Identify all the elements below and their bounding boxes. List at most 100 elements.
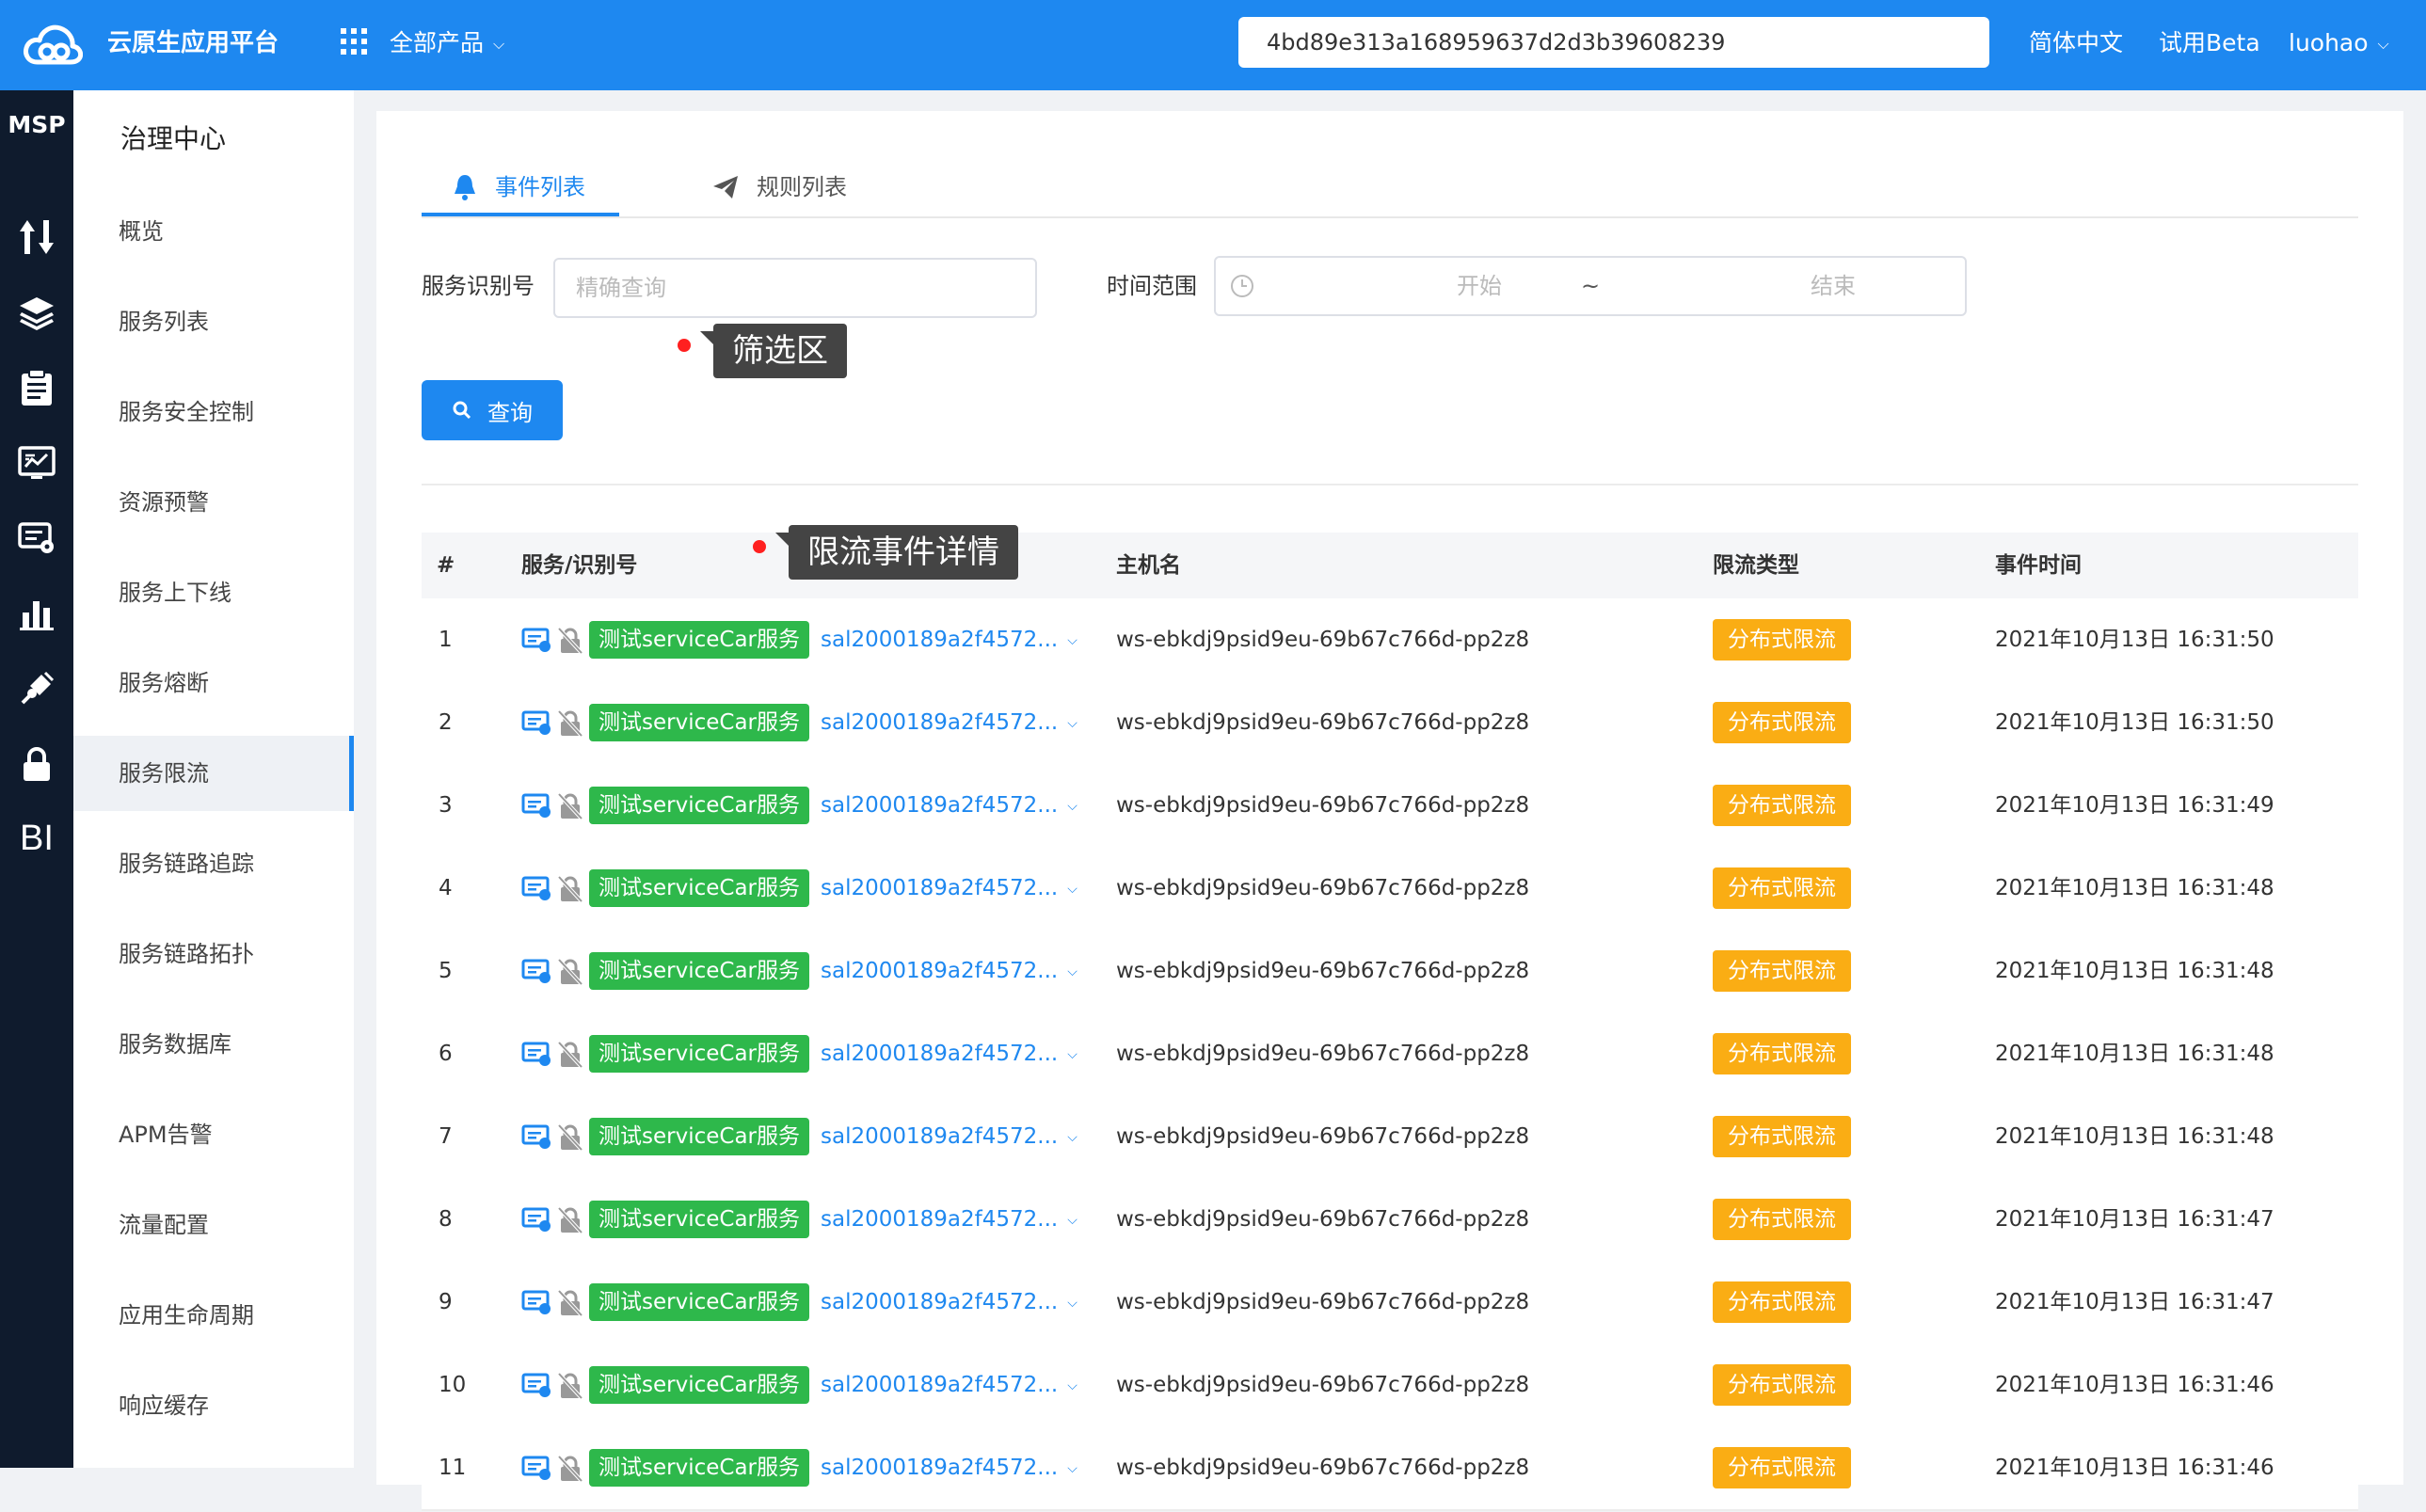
service-name-tag[interactable]: 测试serviceCar服务 xyxy=(589,1201,809,1238)
service-card-icon[interactable] xyxy=(521,1041,551,1067)
menu-item-rate-limit[interactable]: 服务限流 xyxy=(73,736,354,811)
time-start-placeholder[interactable]: 开始 xyxy=(1385,267,1573,305)
col-host: 主机名 xyxy=(1116,553,1181,578)
language-switch[interactable]: 简体中文 xyxy=(2029,24,2123,62)
host-name: ws-ebkdj9psid9eu-69b67c766d-pp2z8 xyxy=(1116,1290,1530,1314)
service-id-link[interactable]: sal2000189a2f4572... ⌵ xyxy=(821,1261,1077,1346)
limit-type-tag: 分布式限流 xyxy=(1713,950,1851,992)
menu-item-service-online-offline[interactable]: 服务上下线 xyxy=(73,555,354,630)
service-id-link[interactable]: sal2000189a2f4572... ⌵ xyxy=(821,764,1077,850)
service-id-link[interactable]: sal2000189a2f4572... ⌵ xyxy=(821,1426,1077,1512)
service-card-icon[interactable] xyxy=(521,1123,551,1150)
menu-item-traffic-config[interactable]: 流量配置 xyxy=(73,1187,354,1263)
menu-item-apm-alert[interactable]: APM告警 xyxy=(73,1097,354,1172)
chevron-down-icon: ⌵ xyxy=(1067,633,1077,648)
lock-disabled-icon[interactable] xyxy=(557,1372,583,1400)
event-time: 2021年10月13日 16:31:48 xyxy=(1995,959,2274,983)
chevron-down-icon: ⌵ xyxy=(1067,716,1077,731)
service-id-text: sal2000189a2f4572... xyxy=(821,876,1059,900)
lock-disabled-icon[interactable] xyxy=(557,709,583,738)
card-settings-icon[interactable] xyxy=(12,514,61,563)
menu-item-response-cache[interactable]: 响应缓存 xyxy=(73,1368,354,1443)
service-name-tag[interactable]: 测试serviceCar服务 xyxy=(589,1283,809,1321)
apps-grid-icon[interactable] xyxy=(341,28,367,55)
time-range-separator: ~ xyxy=(1581,273,1601,299)
lock-disabled-icon[interactable] xyxy=(557,875,583,903)
limit-type-tag: 分布式限流 xyxy=(1713,1116,1851,1157)
time-range-picker[interactable]: 开始 ~ 结束 xyxy=(1214,256,1967,316)
service-card-icon[interactable] xyxy=(521,1455,551,1481)
service-id-link[interactable]: sal2000189a2f4572... ⌵ xyxy=(821,1178,1077,1264)
service-name-tag[interactable]: 测试serviceCar服务 xyxy=(589,1366,809,1404)
service-id-link[interactable]: sal2000189a2f4572... ⌵ xyxy=(821,681,1077,767)
service-name-tag[interactable]: 测试serviceCar服务 xyxy=(589,869,809,907)
transfer-icon[interactable] xyxy=(12,213,61,262)
lock-disabled-icon[interactable] xyxy=(557,1455,583,1483)
annotation-dot xyxy=(678,339,691,352)
menu-item-overview[interactable]: 概览 xyxy=(73,194,354,269)
service-name-tag[interactable]: 测试serviceCar服务 xyxy=(589,1035,809,1073)
rail-brand[interactable]: MSP xyxy=(0,111,73,138)
menu-item-resource-alert[interactable]: 资源预警 xyxy=(73,465,354,540)
bar-chart-icon[interactable] xyxy=(12,589,61,638)
menu-item-trace[interactable]: 服务链路追踪 xyxy=(73,826,354,901)
row-index: 1 xyxy=(439,628,453,652)
time-end-placeholder[interactable]: 结束 xyxy=(1739,267,1927,305)
clipboard-icon[interactable] xyxy=(12,363,61,412)
service-id-label: 服务识别号 xyxy=(422,273,535,299)
service-id-link[interactable]: sal2000189a2f4572... ⌵ xyxy=(821,930,1077,1015)
service-card-icon[interactable] xyxy=(521,1206,551,1233)
menu-item-database[interactable]: 服务数据库 xyxy=(73,1007,354,1082)
lock-disabled-icon[interactable] xyxy=(557,1123,583,1152)
service-name-tag[interactable]: 测试serviceCar服务 xyxy=(589,952,809,990)
menu-item-topology[interactable]: 服务链路拓扑 xyxy=(73,916,354,992)
query-button[interactable]: 查询 xyxy=(422,380,563,440)
menu-item-service-security[interactable]: 服务安全控制 xyxy=(73,374,354,450)
rail-bi-link[interactable]: BI xyxy=(9,819,64,859)
plug-icon[interactable] xyxy=(12,664,61,713)
service-id-link[interactable]: sal2000189a2f4572... ⌵ xyxy=(821,1344,1077,1429)
service-card-icon[interactable] xyxy=(521,875,551,901)
service-name-tag[interactable]: 测试serviceCar服务 xyxy=(589,787,809,824)
menu-item-service-list[interactable]: 服务列表 xyxy=(73,284,354,359)
global-search-input[interactable] xyxy=(1238,17,1989,68)
menu-item-circuit-breaker[interactable]: 服务熔断 xyxy=(73,645,354,721)
menu-item-app-lifecycle[interactable]: 应用生命周期 xyxy=(73,1278,354,1353)
service-icons xyxy=(521,958,583,986)
service-card-icon[interactable] xyxy=(521,709,551,736)
beta-link[interactable]: 试用Beta xyxy=(2159,24,2260,62)
user-menu[interactable]: luohao ⌵ xyxy=(2289,24,2389,65)
cloud-logo-icon[interactable] xyxy=(23,21,83,68)
lock-disabled-icon[interactable] xyxy=(557,1289,583,1317)
lock-disabled-icon[interactable] xyxy=(557,792,583,820)
service-card-icon[interactable] xyxy=(521,1289,551,1315)
service-name-tag[interactable]: 测试serviceCar服务 xyxy=(589,704,809,741)
service-card-icon[interactable] xyxy=(521,1372,551,1398)
service-card-icon[interactable] xyxy=(521,627,551,653)
service-card-icon[interactable] xyxy=(521,958,551,984)
lock-disabled-icon[interactable] xyxy=(557,1206,583,1234)
service-name-tag[interactable]: 测试serviceCar服务 xyxy=(589,1118,809,1155)
lock-disabled-icon[interactable] xyxy=(557,958,583,986)
service-name-tag[interactable]: 测试serviceCar服务 xyxy=(589,1449,809,1487)
limit-type-tag: 分布式限流 xyxy=(1713,867,1851,909)
service-id-input[interactable] xyxy=(553,258,1037,318)
service-id-link[interactable]: sal2000189a2f4572... ⌵ xyxy=(821,598,1077,684)
app-title[interactable]: 云原生应用平台 xyxy=(107,24,279,62)
lock-icon[interactable] xyxy=(12,740,61,788)
lock-disabled-icon[interactable] xyxy=(557,627,583,655)
service-id-text: sal2000189a2f4572... xyxy=(821,1207,1059,1232)
monitor-chart-icon[interactable] xyxy=(12,438,61,487)
layers-icon[interactable] xyxy=(12,288,61,337)
service-id-link[interactable]: sal2000189a2f4572... ⌵ xyxy=(821,1095,1077,1181)
tab-rules[interactable]: 规则列表 xyxy=(711,158,847,216)
tab-events[interactable]: 事件列表 xyxy=(452,158,585,216)
all-products-menu[interactable]: 全部产品 ⌵ xyxy=(390,24,504,65)
chevron-down-icon: ⌵ xyxy=(493,35,505,53)
service-id-link[interactable]: sal2000189a2f4572... ⌵ xyxy=(821,1012,1077,1098)
lock-disabled-icon[interactable] xyxy=(557,1041,583,1069)
chevron-down-icon: ⌵ xyxy=(1067,1296,1077,1311)
service-card-icon[interactable] xyxy=(521,792,551,819)
service-id-link[interactable]: sal2000189a2f4572... ⌵ xyxy=(821,847,1077,932)
service-name-tag[interactable]: 测试serviceCar服务 xyxy=(589,621,809,659)
